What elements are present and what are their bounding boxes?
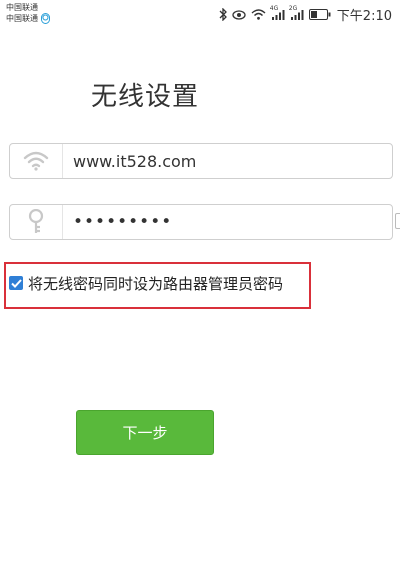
network-type-2: 2G [288, 5, 298, 12]
checkmark-icon [10, 278, 22, 288]
wifi-icon [10, 144, 63, 178]
password-value: ••••••••• [73, 212, 173, 232]
signal-2g-icon: 2G [289, 5, 304, 20]
carrier-info: 中国联通 中国联通 [6, 3, 50, 24]
sync-admin-password-checkbox[interactable] [9, 276, 23, 290]
password-visibility-toggle[interactable] [395, 213, 400, 229]
carrier-row-2: 中国联通 [6, 13, 50, 24]
status-icons: 4G 2G 下午2:10 [214, 5, 392, 24]
ssid-field[interactable]: www.it528.com [9, 143, 393, 179]
ssid-value: www.it528.com [73, 151, 197, 171]
bluetooth-icon [219, 8, 227, 21]
key-icon [10, 205, 63, 239]
carrier-2-label: 中国联通 [6, 13, 38, 23]
status-bar: 中国联通 中国联通 4G 2G 下午2:10 [0, 0, 400, 26]
clock: 下午2:10 [336, 9, 392, 24]
hd-call-icon [41, 13, 50, 24]
signal-4g-icon: 4G [270, 5, 285, 20]
password-field[interactable]: ••••••••• [9, 204, 393, 240]
eye-comfort-icon [232, 9, 246, 20]
battery-icon [308, 9, 331, 20]
carrier-row-1: 中国联通 [6, 3, 50, 13]
page-title: 无线设置 [91, 82, 200, 112]
sync-admin-password-label[interactable]: 将无线密码同时设为路由器管理员密码 [28, 273, 283, 294]
next-button[interactable]: 下一步 [76, 410, 214, 455]
wifi-status-icon [251, 9, 266, 20]
network-type-1: 4G [269, 5, 279, 12]
carrier-1-label: 中国联通 [6, 3, 38, 12]
